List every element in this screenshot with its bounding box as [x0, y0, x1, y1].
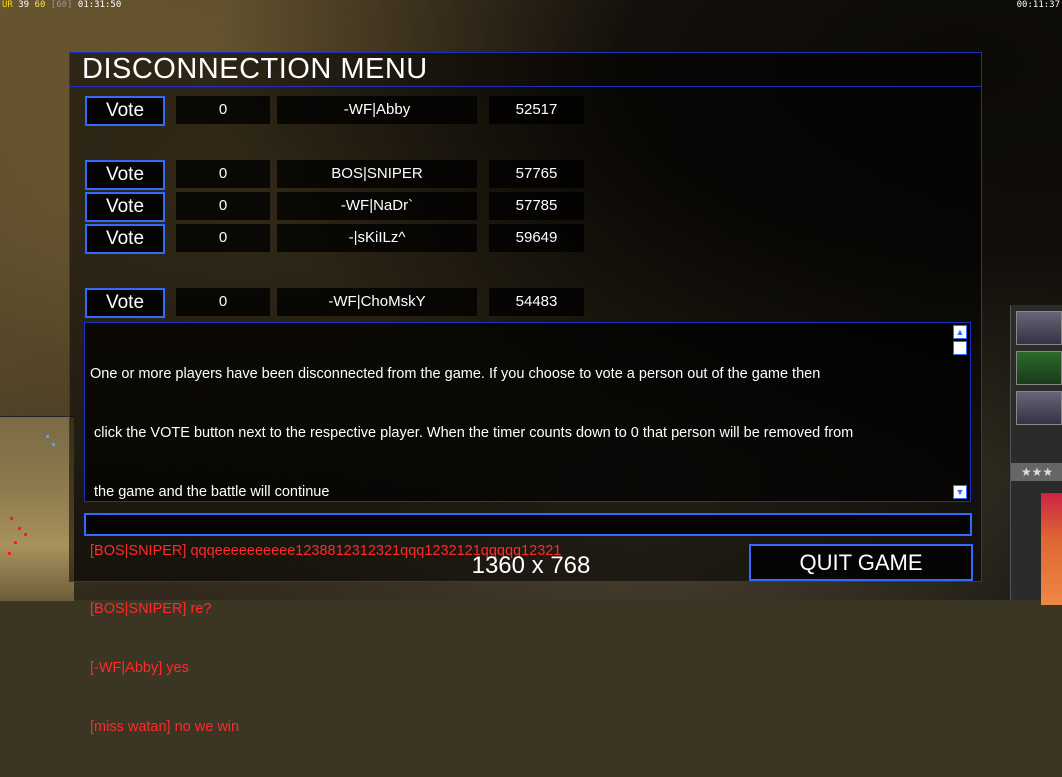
hud-top-left: UR 39 60 [60] 01:31:50: [2, 0, 121, 10]
player-name: -WF|Abby: [277, 96, 477, 124]
rank-stars: ★★★: [1011, 463, 1062, 481]
player-votes: 0: [176, 224, 270, 252]
build-slot-structure[interactable]: [1016, 391, 1062, 425]
scroll-thumb[interactable]: [953, 341, 967, 355]
minimap-unit: [14, 541, 17, 544]
hud-time-right: 00:11:37: [1016, 0, 1060, 10]
quit-game-button[interactable]: QUIT GAME: [749, 544, 973, 581]
vote-button-bos-sniper[interactable]: Vote: [85, 160, 165, 190]
minimap-unit: [46, 435, 49, 438]
resolution-label: 1360 x 768: [471, 552, 591, 579]
player-votes: 0: [176, 288, 270, 316]
player-votes: 0: [176, 96, 270, 124]
chat-message: [BOS|SNIPER] re?: [90, 601, 212, 618]
hud-value-1: 39: [18, 0, 30, 10]
vote-button-abby[interactable]: Vote: [85, 96, 165, 126]
minimap-unit: [52, 443, 55, 446]
player-name: -WF|ChoMskY: [277, 288, 477, 316]
power-bar: [1041, 493, 1062, 605]
hud-time-left: 01:31:50: [77, 0, 122, 10]
scroll-down-icon[interactable]: ▼: [953, 485, 967, 499]
chat-input[interactable]: [84, 513, 972, 536]
minimap-unit: [8, 552, 11, 555]
info-line: One or more players have been disconnect…: [90, 366, 821, 383]
info-line: the game and the battle will continue: [90, 483, 330, 500]
hud-value-3: [60]: [50, 0, 73, 10]
player-name: -|sKiILz^: [277, 224, 477, 252]
hud-top-right: 00:11:37: [1017, 0, 1060, 10]
player-ping: 59649: [489, 224, 584, 252]
player-name: -WF|NaDr`: [277, 192, 477, 220]
player-votes: 0: [176, 192, 270, 220]
minimap-unit: [18, 527, 21, 530]
hud-value-2: 60: [34, 0, 46, 10]
vote-button-chomsky[interactable]: Vote: [85, 288, 165, 318]
chat-scrollbar[interactable]: ▲ ▼: [952, 323, 970, 501]
vote-button-skillz[interactable]: Vote: [85, 224, 165, 254]
build-side-panel: ★★★: [1010, 305, 1062, 605]
scroll-up-icon[interactable]: ▲: [953, 325, 967, 339]
player-ping: 57785: [489, 192, 584, 220]
chat-log[interactable]: One or more players have been disconnect…: [84, 322, 971, 735]
chat-message: [miss watan] no we win: [90, 718, 240, 735]
vote-button-nadr[interactable]: Vote: [85, 192, 165, 222]
minimap-unit: [10, 517, 13, 520]
player-votes: 0: [176, 160, 270, 188]
title-divider: [70, 86, 981, 87]
player-ping: 57765: [489, 160, 584, 188]
player-name: BOS|SNIPER: [277, 160, 477, 188]
info-line: click the VOTE button next to the respec…: [90, 424, 854, 441]
build-slot-money[interactable]: [1016, 351, 1062, 385]
chat-message: [-WF|Abby] yes: [90, 660, 189, 677]
hud-ur-label: UR: [2, 0, 13, 10]
build-slot-aircraft[interactable]: [1016, 311, 1062, 345]
player-ping: 54483: [489, 288, 584, 316]
minimap[interactable]: [0, 416, 74, 601]
disconnection-dialog: DISCONNECTION MENU Vote 0 -WF|Abby 52517…: [69, 52, 982, 735]
dialog-title: DISCONNECTION MENU: [82, 53, 428, 85]
player-ping: 52517: [489, 96, 584, 124]
minimap-unit: [24, 533, 27, 536]
